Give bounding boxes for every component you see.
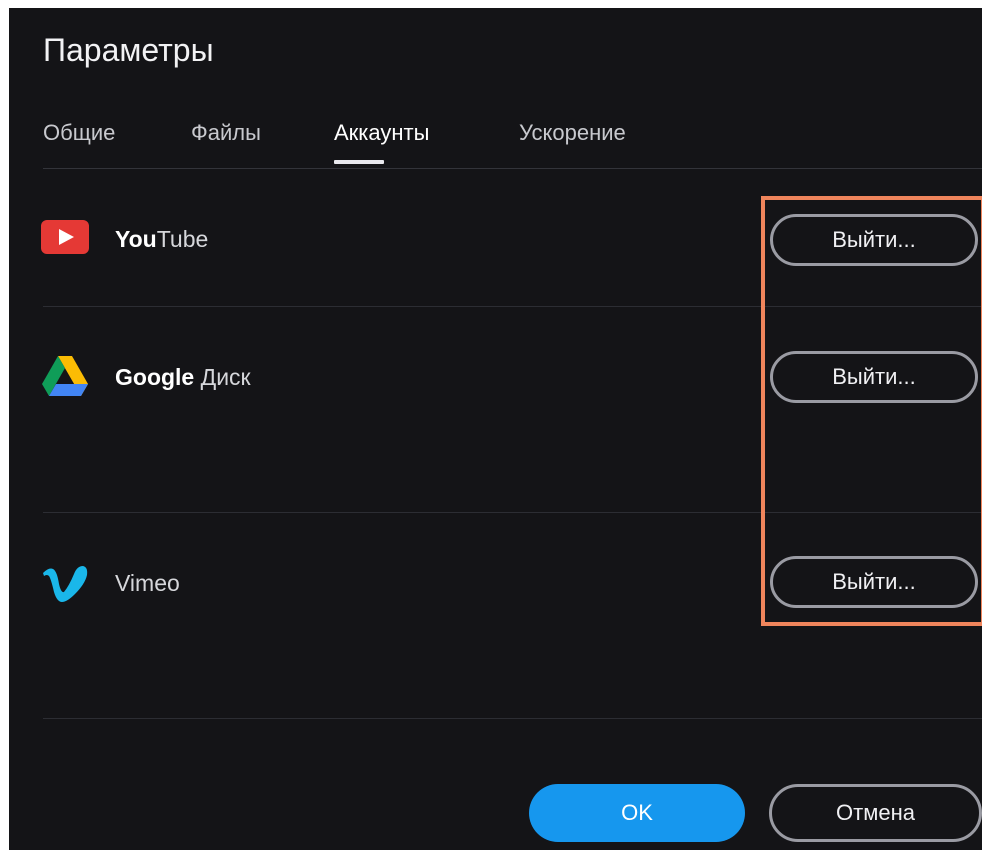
tab-bar: Общие Файлы Аккаунты Ускорение: [43, 120, 982, 169]
settings-dialog: Параметры Общие Файлы Аккаунты Ускорение…: [9, 8, 982, 850]
dialog-title: Параметры: [43, 32, 214, 68]
account-name-google-drive: Google Диск: [115, 364, 251, 390]
youtube-icon: [41, 214, 89, 262]
tab-general[interactable]: Общие: [43, 120, 115, 146]
logout-button-vimeo[interactable]: Выйти...: [770, 556, 978, 608]
ok-button[interactable]: OK: [529, 784, 745, 842]
row-divider: [43, 306, 982, 307]
google-drive-icon: [41, 352, 89, 400]
cancel-button[interactable]: Отмена: [769, 784, 982, 842]
row-divider: [43, 512, 982, 513]
tab-accounts[interactable]: Аккаунты: [334, 120, 429, 164]
vimeo-icon: [41, 558, 89, 606]
account-name-vimeo: Vimeo: [115, 570, 180, 596]
tab-acceleration[interactable]: Ускорение: [519, 120, 626, 146]
logout-button-google-drive[interactable]: Выйти...: [770, 351, 978, 403]
logout-button-youtube[interactable]: Выйти...: [770, 214, 978, 266]
tab-files[interactable]: Файлы: [191, 120, 261, 146]
account-name-youtube: YouTube: [115, 226, 209, 252]
row-divider: [43, 718, 982, 719]
